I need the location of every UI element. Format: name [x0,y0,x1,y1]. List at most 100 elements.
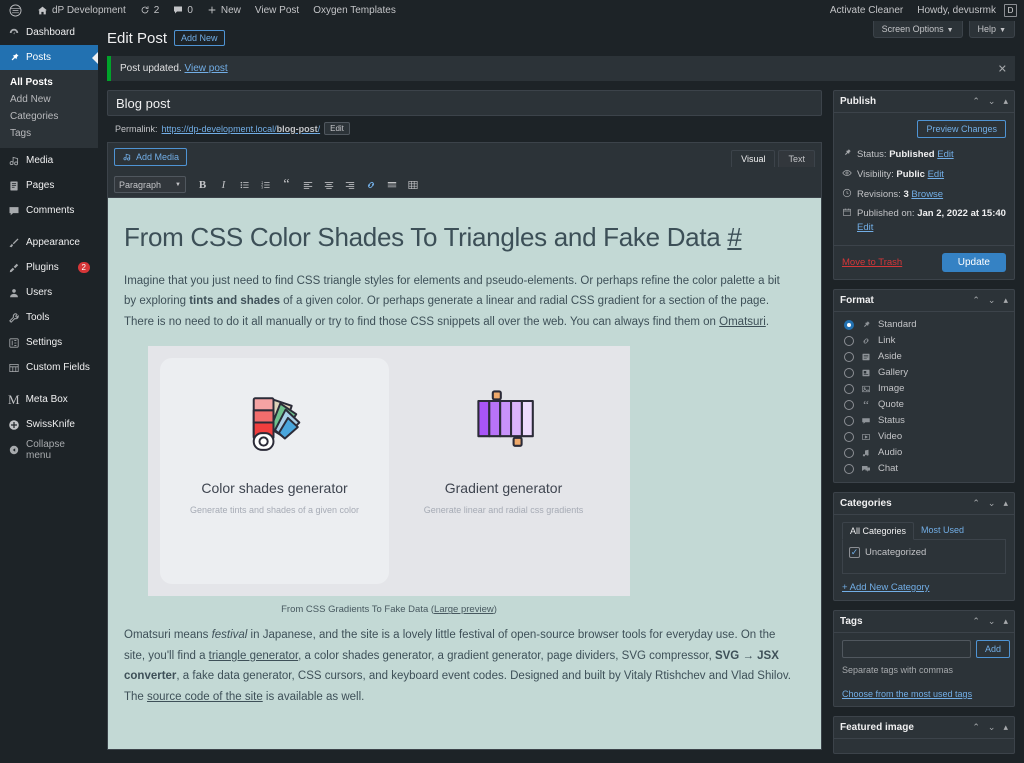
screen-options-button[interactable]: Screen Options ▼ [872,21,963,38]
toggle-panel-icon[interactable]: ▴ [1003,722,1008,733]
tab-text[interactable]: Text [778,150,815,167]
updates-menu[interactable]: 2 [133,0,167,20]
radio-link[interactable] [844,335,854,346]
edit-published-date-link[interactable]: Edit [857,222,873,233]
move-to-trash-link[interactable]: Move to Trash [842,257,902,268]
move-down-icon[interactable]: ⌄ [988,722,996,733]
format-option-video[interactable]: Video [842,429,1006,445]
sidebar-item-pages[interactable]: Pages [0,173,98,198]
sidebar-item-appearance[interactable]: Appearance [0,230,98,255]
move-down-icon[interactable]: ⌄ [988,295,996,306]
comments-menu[interactable]: 0 [166,0,200,20]
format-option-chat[interactable]: Chat [842,461,1006,477]
align-right-button[interactable] [340,175,359,194]
sidebar-item-swissknife[interactable]: SwissKnife [0,412,98,437]
paragraph-format-select[interactable]: Paragraph ▼ [114,176,186,193]
move-down-icon[interactable]: ⌄ [988,498,996,509]
update-button[interactable]: Update [941,252,1006,272]
submenu-item-categories[interactable]: Categories [0,108,98,125]
move-down-icon[interactable]: ⌄ [988,96,996,107]
preview-changes-button[interactable]: Preview Changes [917,120,1006,138]
sidebar-item-comments[interactable]: Comments [0,198,98,223]
format-option-aside[interactable]: Aside [842,349,1006,365]
help-button[interactable]: Help ▼ [968,21,1015,38]
add-tag-button[interactable]: Add [976,639,1011,658]
tags-input[interactable] [842,639,971,658]
move-up-icon[interactable]: ⌃ [972,616,980,627]
browse-revisions-link[interactable]: Browse [911,189,943,200]
checkbox-uncategorized[interactable]: ✓ [849,546,860,558]
sidebar-item-custom-fields[interactable]: Custom Fields [0,355,98,380]
site-name-menu[interactable]: dP Development [30,0,133,20]
add-media-button[interactable]: Add Media [114,148,188,166]
heading-anchor-link[interactable]: # [727,222,741,252]
post-title-input[interactable] [107,90,822,116]
view-post-link[interactable]: View Post [248,0,306,20]
tab-all-categories[interactable]: All Categories [842,521,915,540]
post-content-editor-canvas[interactable]: From CSS Color Shades To Triangles and F… [107,198,822,750]
toggle-panel-icon[interactable]: ▴ [1003,295,1008,306]
toggle-panel-icon[interactable]: ▴ [1003,616,1008,627]
move-up-icon[interactable]: ⌃ [972,295,980,306]
sidebar-item-dashboard[interactable]: Dashboard [0,20,98,45]
omatsuri-link[interactable]: Omatsuri [719,316,766,328]
blockquote-button[interactable]: “ [277,175,296,194]
sidebar-item-settings[interactable]: Settings [0,330,98,355]
activate-cleaner-link[interactable]: Activate Cleaner [823,0,910,20]
submenu-item-add-new[interactable]: Add New [0,91,98,108]
align-left-button[interactable] [298,175,317,194]
submenu-item-all-posts[interactable]: All Posts [0,74,98,91]
read-more-button[interactable] [382,175,401,194]
italic-button[interactable]: I [214,175,233,194]
format-option-status[interactable]: Status [842,413,1006,429]
format-option-standard[interactable]: Standard [842,317,1006,333]
format-option-gallery[interactable]: Gallery [842,365,1006,381]
bold-button[interactable]: B [193,175,212,194]
add-new-category-link[interactable]: + Add New Category [842,582,1006,593]
add-new-button[interactable]: Add New [174,30,225,46]
move-down-icon[interactable]: ⌄ [988,616,996,627]
submenu-item-tags[interactable]: Tags [0,125,98,142]
radio-quote[interactable] [844,399,854,410]
sidebar-item-tools[interactable]: Tools [0,305,98,330]
tab-visual[interactable]: Visual [731,150,776,167]
toggle-panel-icon[interactable]: ▴ [1003,498,1008,509]
move-up-icon[interactable]: ⌃ [972,722,980,733]
edit-status-link[interactable]: Edit [937,149,953,160]
move-up-icon[interactable]: ⌃ [972,96,980,107]
choose-most-used-tags-link[interactable]: Choose from the most used tags [842,689,1006,699]
edit-visibility-link[interactable]: Edit [928,169,944,180]
insert-link-button[interactable] [361,175,380,194]
sidebar-item-users[interactable]: Users [0,280,98,305]
radio-gallery[interactable] [844,367,854,378]
move-up-icon[interactable]: ⌃ [972,498,980,509]
format-option-audio[interactable]: Audio [842,445,1006,461]
radio-aside[interactable] [844,351,854,362]
radio-video[interactable] [844,431,854,442]
numbered-list-button[interactable]: 1 2 3 [256,175,275,194]
sidebar-item-plugins[interactable]: Plugins 2 [0,255,98,280]
format-option-image[interactable]: Image [842,381,1006,397]
oxygen-templates-menu[interactable]: Oxygen Templates [306,0,403,20]
radio-chat[interactable] [844,463,854,474]
collapse-menu-button[interactable]: Collapse menu [0,437,98,462]
source-code-link[interactable]: source code of the site [147,691,263,703]
edit-permalink-button[interactable]: Edit [324,122,350,135]
close-icon[interactable]: ✕ [998,62,1007,75]
radio-audio[interactable] [844,447,854,458]
radio-standard[interactable] [844,319,854,330]
sidebar-item-media[interactable]: Media [0,148,98,173]
tab-most-used[interactable]: Most Used [914,522,971,539]
radio-status[interactable] [844,415,854,426]
bulleted-list-button[interactable] [235,175,254,194]
toolbar-toggle-button[interactable] [403,175,422,194]
sidebar-item-posts[interactable]: Posts [0,45,98,70]
format-option-link[interactable]: Link [842,333,1006,349]
triangle-generator-link[interactable]: triangle generator [209,650,299,662]
format-option-quote[interactable]: “ Quote [842,397,1006,413]
account-menu[interactable]: Howdy, devusrmk D [910,0,1024,20]
view-post-link[interactable]: View post [185,63,228,74]
new-content-menu[interactable]: New [200,0,248,20]
large-preview-link[interactable]: Large preview [434,604,494,615]
toggle-panel-icon[interactable]: ▴ [1003,96,1008,107]
